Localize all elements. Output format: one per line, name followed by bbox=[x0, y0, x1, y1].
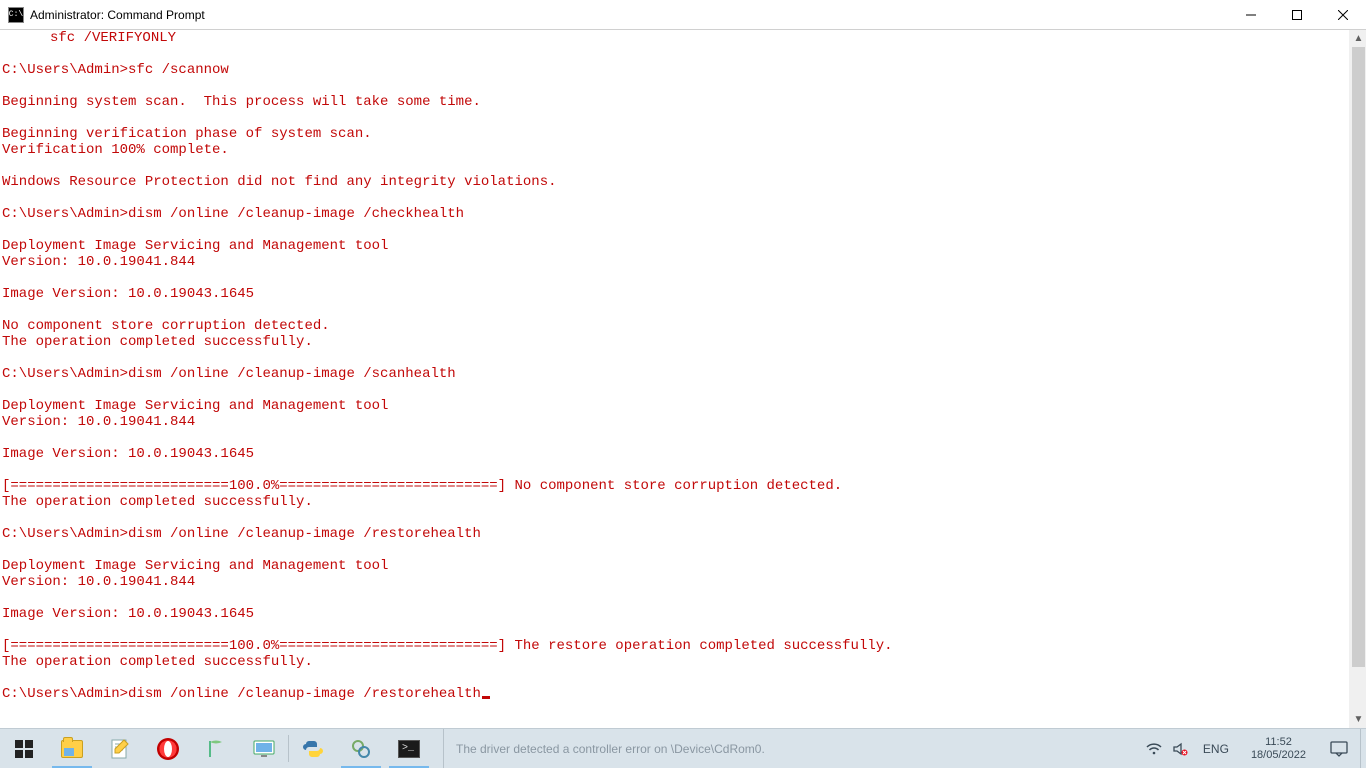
tray-clock[interactable]: 11:52 18/05/2022 bbox=[1243, 736, 1314, 762]
terminal-line: Beginning system scan. This process will… bbox=[2, 94, 1349, 110]
terminal-line: Deployment Image Servicing and Managemen… bbox=[2, 398, 1349, 414]
taskbar-app-generic-green[interactable] bbox=[192, 729, 240, 768]
terminal-line bbox=[2, 670, 1349, 686]
taskbar-app-file-explorer[interactable] bbox=[48, 729, 96, 768]
tray-time: 11:52 bbox=[1251, 736, 1306, 749]
close-button[interactable] bbox=[1320, 0, 1366, 30]
terminal-line bbox=[2, 302, 1349, 318]
terminal-line: The operation completed successfully. bbox=[2, 494, 1349, 510]
terminal-line: sfc /VERIFYONLY bbox=[2, 30, 1349, 46]
terminal-line bbox=[2, 350, 1349, 366]
terminal-line: [==========================100.0%=======… bbox=[2, 638, 1349, 654]
terminal-area: sfc /VERIFYONLY C:\Users\Admin>sfc /scann… bbox=[0, 30, 1366, 728]
vertical-scrollbar[interactable]: ▲ ▼ bbox=[1349, 30, 1366, 728]
terminal-line bbox=[2, 462, 1349, 478]
taskbar-app-opera[interactable] bbox=[144, 729, 192, 768]
action-center-icon[interactable] bbox=[1322, 741, 1356, 757]
terminal-line: C:\Users\Admin>sfc /scannow bbox=[2, 62, 1349, 78]
tray-date: 18/05/2022 bbox=[1251, 749, 1306, 762]
window-title: Administrator: Command Prompt bbox=[30, 8, 205, 22]
terminal-line bbox=[2, 510, 1349, 526]
terminal-cursor bbox=[482, 696, 490, 699]
minimize-button[interactable] bbox=[1228, 0, 1274, 30]
terminal-output[interactable]: sfc /VERIFYONLY C:\Users\Admin>sfc /scann… bbox=[0, 30, 1349, 728]
terminal-line: Windows Resource Protection did not find… bbox=[2, 174, 1349, 190]
taskbar-app-python[interactable] bbox=[289, 729, 337, 768]
python-icon bbox=[301, 737, 325, 761]
terminal-line bbox=[2, 622, 1349, 638]
start-button[interactable] bbox=[0, 729, 48, 768]
terminal-line bbox=[2, 46, 1349, 62]
terminal-line bbox=[2, 110, 1349, 126]
terminal-line: Image Version: 10.0.19043.1645 bbox=[2, 606, 1349, 622]
taskbar-app-command-prompt[interactable]: >_ bbox=[385, 729, 433, 768]
terminal-line bbox=[2, 158, 1349, 174]
terminal-line bbox=[2, 270, 1349, 286]
terminal-line: Image Version: 10.0.19043.1645 bbox=[2, 446, 1349, 462]
taskbar-event-notice[interactable]: The driver detected a controller error o… bbox=[443, 729, 1003, 768]
terminal-line: No component store corruption detected. bbox=[2, 318, 1349, 334]
terminal-line: Image Version: 10.0.19043.1645 bbox=[2, 286, 1349, 302]
terminal-line: Version: 10.0.19041.844 bbox=[2, 414, 1349, 430]
terminal-line: Version: 10.0.19041.844 bbox=[2, 254, 1349, 270]
terminal-line bbox=[2, 430, 1349, 446]
terminal-line bbox=[2, 222, 1349, 238]
monitor-icon bbox=[252, 737, 276, 761]
language-indicator[interactable]: ENG bbox=[1197, 742, 1235, 756]
terminal-line: Deployment Image Servicing and Managemen… bbox=[2, 238, 1349, 254]
terminal-line: Version: 10.0.19041.844 bbox=[2, 574, 1349, 590]
opera-icon bbox=[156, 737, 180, 761]
system-tray: ENG 11:52 18/05/2022 bbox=[1141, 729, 1360, 768]
taskbar: >_ The driver detected a controller erro… bbox=[0, 728, 1366, 768]
app-icon: C:\ bbox=[8, 7, 24, 23]
maximize-button[interactable] bbox=[1274, 0, 1320, 30]
terminal-line: C:\Users\Admin>dism /online /cleanup-ima… bbox=[2, 366, 1349, 382]
taskbar-app-services[interactable] bbox=[337, 729, 385, 768]
event-text: The driver detected a controller error o… bbox=[456, 742, 765, 756]
terminal-current-line: C:\Users\Admin>dism /online /cleanup-ima… bbox=[2, 686, 1349, 702]
command-prompt-icon: >_ bbox=[397, 737, 421, 761]
terminal-line: Deployment Image Servicing and Managemen… bbox=[2, 558, 1349, 574]
terminal-line: Verification 100% complete. bbox=[2, 142, 1349, 158]
terminal-line bbox=[2, 590, 1349, 606]
green-flag-icon bbox=[204, 737, 228, 761]
file-explorer-icon bbox=[60, 737, 84, 761]
terminal-line bbox=[2, 78, 1349, 94]
volume-muted-icon[interactable] bbox=[1171, 740, 1189, 758]
wifi-icon[interactable] bbox=[1145, 740, 1163, 758]
scroll-up-arrow-icon[interactable]: ▲ bbox=[1350, 30, 1366, 47]
terminal-line: C:\Users\Admin>dism /online /cleanup-ima… bbox=[2, 206, 1349, 222]
terminal-line: [==========================100.0%=======… bbox=[2, 478, 1349, 494]
show-desktop-button[interactable] bbox=[1360, 729, 1366, 768]
terminal-line: The operation completed successfully. bbox=[2, 334, 1349, 350]
scroll-down-arrow-icon[interactable]: ▼ bbox=[1350, 711, 1366, 728]
terminal-line bbox=[2, 382, 1349, 398]
taskbar-app-notepad[interactable] bbox=[96, 729, 144, 768]
terminal-line bbox=[2, 542, 1349, 558]
taskbar-app-monitor[interactable] bbox=[240, 729, 288, 768]
terminal-line: C:\Users\Admin>dism /online /cleanup-ima… bbox=[2, 526, 1349, 542]
notepad-icon bbox=[108, 737, 132, 761]
services-icon bbox=[349, 737, 373, 761]
terminal-line: The operation completed successfully. bbox=[2, 654, 1349, 670]
scroll-thumb[interactable] bbox=[1352, 47, 1365, 667]
windows-logo-icon bbox=[12, 737, 36, 761]
terminal-line: Beginning verification phase of system s… bbox=[2, 126, 1349, 142]
window-titlebar: C:\ Administrator: Command Prompt bbox=[0, 0, 1366, 30]
terminal-line bbox=[2, 190, 1349, 206]
